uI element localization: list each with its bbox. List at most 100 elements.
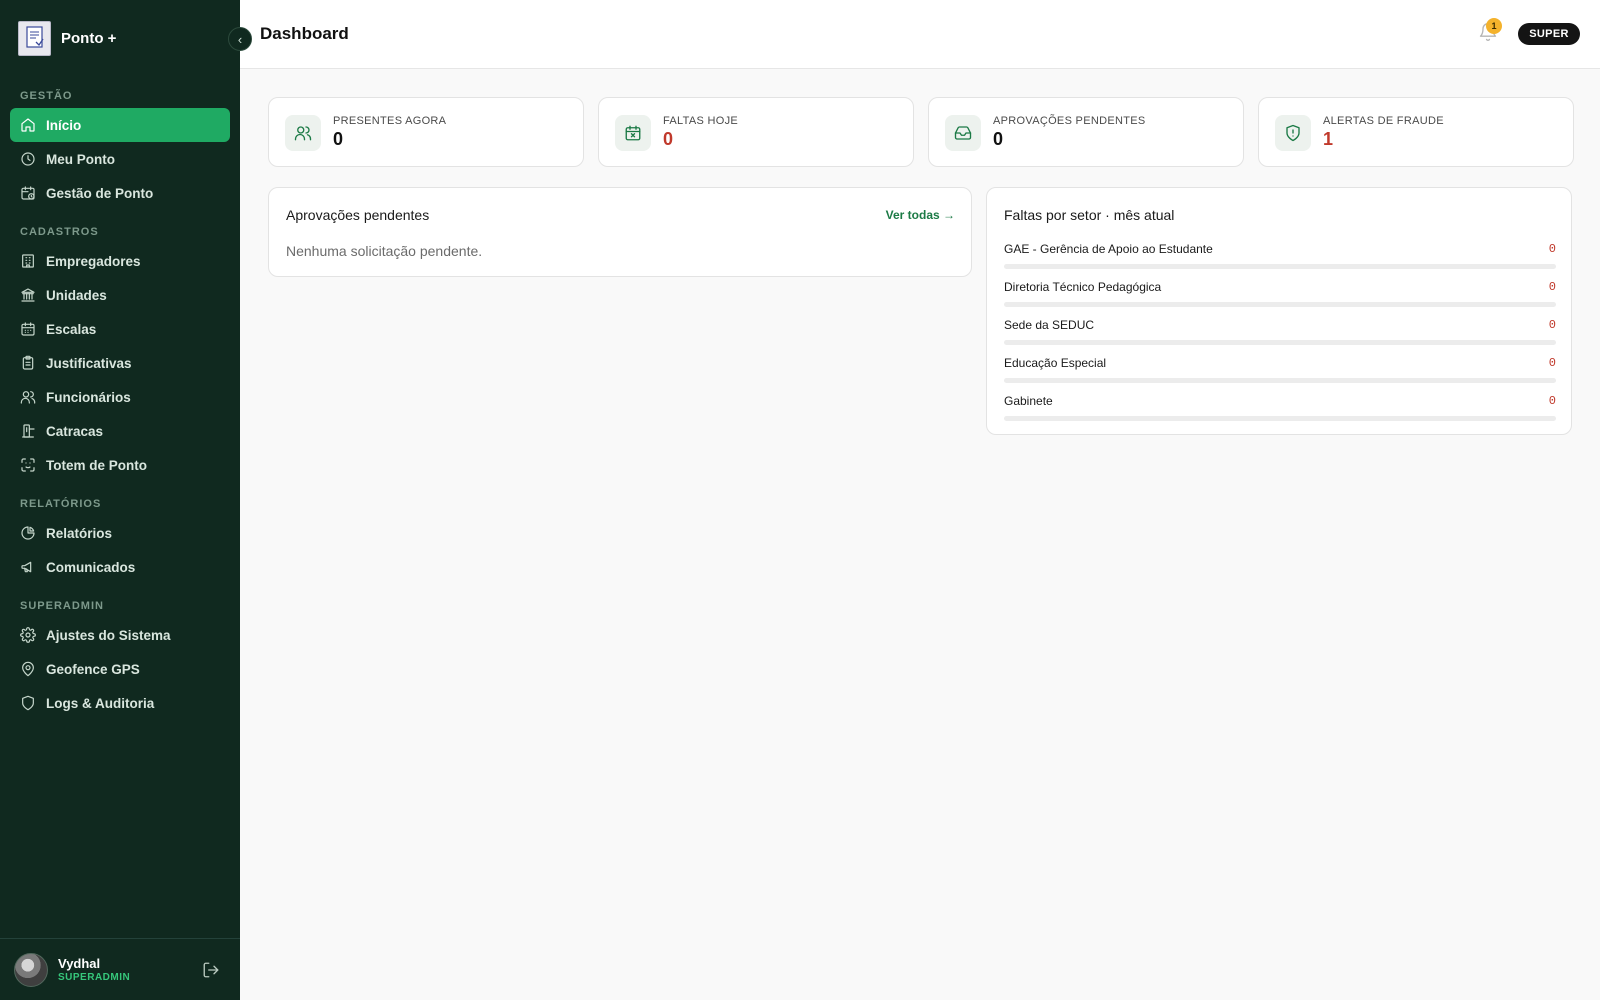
users-icon [285, 115, 321, 151]
sector-count: 0 [1548, 394, 1556, 408]
sector-row: Sede da SEDUC 0 [1004, 318, 1556, 345]
sector-progress-bar [1004, 264, 1556, 269]
sidebar-item-label: Relatórios [46, 525, 113, 541]
sidebar-nav: GESTÃO Início Meu Ponto Gestão de Ponto CADA… [0, 90, 240, 720]
sidebar-item-label: Início [46, 117, 82, 133]
sector-count: 0 [1548, 318, 1556, 332]
stat-label: ALERTAS DE FRAUDE [1323, 115, 1444, 127]
brand-name: Ponto + [61, 29, 117, 47]
sidebar-item-label: Catracas [46, 423, 104, 439]
stat-label: APROVAÇÕES PENDENTES [993, 115, 1146, 127]
calendar-clock-icon [20, 185, 36, 201]
sidebar-item-catracas[interactable]: Catracas [10, 414, 230, 448]
nav-section-title: GESTÃO [20, 90, 73, 102]
stat-value: 0 [993, 129, 1004, 149]
sector-name: Educação Especial [1004, 356, 1107, 370]
shield-alert-icon [1275, 115, 1311, 151]
sidebar-item-gestao-de-ponto[interactable]: Gestão de Ponto [10, 176, 230, 210]
user-name: Vydhal [58, 956, 101, 971]
sidebar-item-logs-auditoria[interactable]: Logs & Auditoria [10, 686, 230, 720]
users-icon [20, 389, 36, 405]
calendar-icon [20, 321, 36, 337]
sidebar-item-geofence-gps[interactable]: Geofence GPS [10, 652, 230, 686]
user-role: SUPERADMIN [58, 972, 131, 983]
absences-by-sector-panel: Faltas por setor · mês atual GAE - Gerên… [986, 187, 1572, 435]
user-profile[interactable]: Vydhal SUPERADMIN [0, 938, 240, 1000]
sidebar-item-label: Unidades [46, 287, 107, 303]
empty-state-text: Nenhuma solicitação pendente. [286, 243, 483, 259]
panel-title: Faltas por setor · mês atual [1004, 207, 1175, 223]
sidebar-item-funcionarios[interactable]: Funcionários [10, 380, 230, 414]
sector-progress-bar [1004, 416, 1556, 421]
sector-count: 0 [1548, 242, 1556, 256]
sidebar-item-totem-de-ponto[interactable]: Totem de Ponto [10, 448, 230, 482]
sector-name: Diretoria Técnico Pedagógica [1004, 280, 1162, 294]
sidebar-item-label: Empregadores [46, 253, 141, 269]
nav-section-relatorios: RELATÓRIOS Relatórios Comunicados [0, 498, 240, 584]
stat-label: FALTAS HOJE [663, 115, 739, 127]
sector-row: GAE - Gerência de Apoio ao Estudante 0 [1004, 242, 1556, 269]
sidebar-item-label: Funcionários [46, 389, 131, 405]
nav-section-superadmin: SUPERADMIN Ajustes do Sistema Geofence GPS… [0, 600, 240, 720]
chevron-left-icon: ‹ [237, 31, 243, 47]
turnstile-icon [20, 423, 36, 439]
sidebar-item-ajustes-do-sistema[interactable]: Ajustes do Sistema [10, 618, 230, 652]
sector-row: Educação Especial 0 [1004, 356, 1556, 383]
top-header: Dashboard 1 SUPER [240, 0, 1600, 69]
sector-name: Sede da SEDUC [1004, 318, 1095, 332]
role-badge[interactable]: SUPER [1518, 23, 1580, 45]
stat-value: 1 [1323, 129, 1334, 149]
sidebar-item-label: Ajustes do Sistema [46, 627, 171, 643]
page-title: Dashboard [260, 24, 349, 43]
document-logo-icon [18, 20, 51, 56]
sidebar-item-meu-ponto[interactable]: Meu Ponto [10, 142, 230, 176]
sector-progress-bar [1004, 340, 1556, 345]
pending-approvals-panel: Aprovações pendentes Ver todas → Nenhuma… [268, 187, 972, 277]
nav-section-cadastros: CADASTROS Empregadores Unidades Escalas Just… [0, 226, 240, 482]
sidebar-item-label: Totem de Ponto [46, 457, 147, 473]
sidebar-item-empregadores[interactable]: Empregadores [10, 244, 230, 278]
sidebar-item-label: Escalas [46, 321, 97, 337]
megaphone-icon [20, 559, 36, 575]
stat-value: 0 [663, 129, 674, 149]
sidebar-item-label: Meu Ponto [46, 151, 115, 167]
avatar [14, 952, 48, 987]
stat-value: 0 [333, 129, 344, 149]
nav-section-gestao: GESTÃO Início Meu Ponto Gestão de Ponto [0, 90, 240, 210]
sector-name: Gabinete [1004, 394, 1053, 408]
sidebar-item-relatorios[interactable]: Relatórios [10, 516, 230, 550]
sector-row: Diretoria Técnico Pedagógica 0 [1004, 280, 1556, 307]
collapse-sidebar-button[interactable]: ‹ [228, 27, 252, 51]
scan-face-icon [20, 457, 36, 473]
sector-progress-bar [1004, 378, 1556, 383]
stat-label: PRESENTES AGORA [333, 115, 447, 127]
sidebar-item-justificativas[interactable]: Justificativas [10, 346, 230, 380]
stat-card-aprovacoes-pendentes[interactable]: APROVAÇÕES PENDENTES 0 [928, 97, 1244, 167]
view-all-link[interactable]: Ver todas → [886, 208, 955, 222]
sector-progress-bar [1004, 302, 1556, 307]
nav-section-title: RELATÓRIOS [20, 498, 102, 510]
map-pin-icon [20, 661, 36, 677]
stat-card-faltas-hoje[interactable]: FALTAS HOJE 0 [598, 97, 914, 167]
stat-card-alertas-de-fraude[interactable]: ALERTAS DE FRAUDE 1 [1258, 97, 1574, 167]
gear-icon [20, 627, 36, 643]
sector-count: 0 [1548, 280, 1556, 294]
stat-card-presentes-agora[interactable]: PRESENTES AGORA 0 [268, 97, 584, 167]
sidebar-item-escalas[interactable]: Escalas [10, 312, 230, 346]
sidebar: Ponto + GESTÃO Início Meu Ponto Gestão de P… [0, 0, 240, 1000]
sidebar-item-inicio[interactable]: Início [10, 108, 230, 142]
panel-title: Aprovações pendentes [286, 207, 430, 223]
sidebar-item-label: Comunicados [46, 559, 136, 575]
nav-section-title: CADASTROS [20, 226, 99, 238]
sidebar-item-label: Gestão de Ponto [46, 185, 154, 201]
sidebar-item-unidades[interactable]: Unidades [10, 278, 230, 312]
inbox-icon [945, 115, 981, 151]
sector-row: Gabinete 0 [1004, 394, 1556, 421]
clipboard-icon [20, 355, 36, 371]
sector-count: 0 [1548, 356, 1556, 370]
logout-icon[interactable] [202, 961, 220, 979]
calendar-x-icon [615, 115, 651, 151]
sidebar-item-comunicados[interactable]: Comunicados [10, 550, 230, 584]
home-icon [20, 117, 36, 133]
brand[interactable]: Ponto + [0, 0, 240, 76]
